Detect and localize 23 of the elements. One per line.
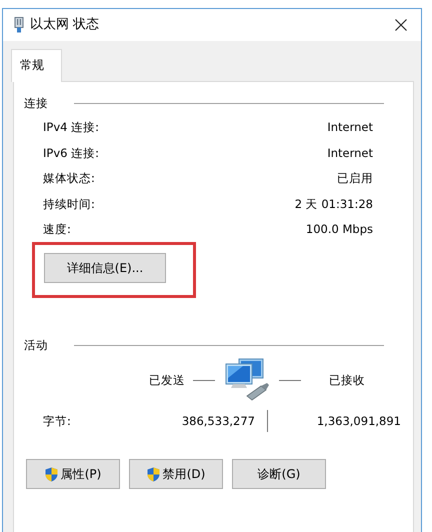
bytes-sent-value: 386,533,277 <box>180 414 255 429</box>
field-value: 已启用 <box>337 171 373 186</box>
received-label: 已接收 <box>329 372 365 388</box>
field-label: IPv4 连接: <box>43 120 99 136</box>
sent-label: 已发送 <box>149 372 185 388</box>
bytes-label: 字节: <box>43 414 72 429</box>
field-value: 100.0 Mbps <box>306 222 373 238</box>
field-label: 速度: <box>43 222 71 238</box>
section-heading: 连接 <box>24 96 48 111</box>
field-value: 2 天 01:31:28 <box>294 196 373 212</box>
field-value: Internet <box>327 146 373 161</box>
details-button[interactable]: 详细信息(E)... <box>44 253 166 284</box>
field-label: IPv6 连接: <box>43 146 99 161</box>
window-title: 以太网 状态 <box>30 16 100 34</box>
field-value: Internet <box>327 120 373 136</box>
dialog-button[interactable]: 属性(P) <box>26 459 120 490</box>
field-label: 持续时间: <box>43 196 95 212</box>
dialog-button[interactable]: 禁用(D) <box>129 459 223 490</box>
tab[interactable]: 常规 <box>11 49 62 82</box>
field-label: 媒体状态: <box>43 171 95 186</box>
bytes-received-value: 1,363,091,891 <box>316 414 401 429</box>
section-heading: 活动 <box>24 338 48 354</box>
dialog-button[interactable]: 诊断(G) <box>232 459 326 490</box>
